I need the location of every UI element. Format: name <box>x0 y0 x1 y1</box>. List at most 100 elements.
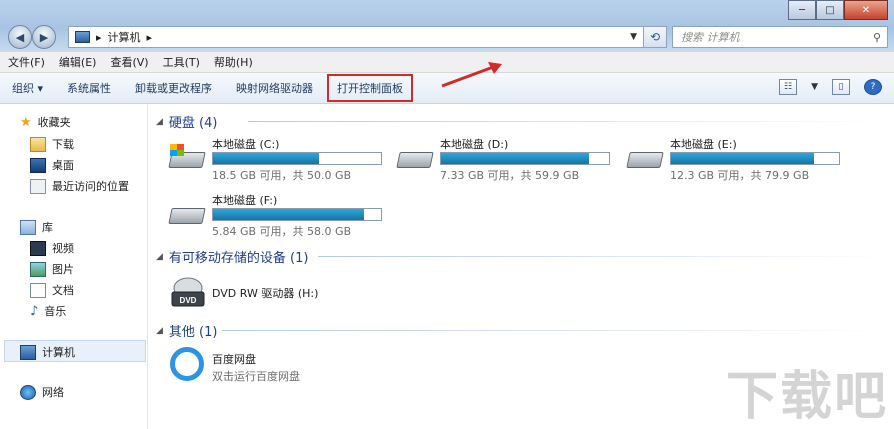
menu-view[interactable]: 查看(V) <box>102 54 154 70</box>
collapse-icon[interactable]: ◢ <box>156 326 163 336</box>
sidebar-item-downloads[interactable]: 下载 <box>30 136 74 152</box>
drive-info: 7.33 GB 可用，共 59.9 GB <box>440 169 580 182</box>
drive-name: 本地磁盘 (F:) <box>212 194 278 207</box>
group-title: 其他 (1) <box>168 325 218 340</box>
group-header-other[interactable]: ◢ 其他 (1) <box>156 321 217 340</box>
organize-button[interactable]: 组织 ▾ <box>0 80 55 96</box>
music-note-icon: ♪ <box>30 303 39 319</box>
video-icon <box>30 240 46 256</box>
sidebar-item-label: 下载 <box>52 138 74 151</box>
group-header-removable[interactable]: ◢ 有可移动存储的设备 (1) <box>156 247 308 266</box>
sidebar-item-computer[interactable]: 计算机 <box>20 344 75 360</box>
watermark: 下载吧 <box>725 367 888 427</box>
drive-info: 5.84 GB 可用，共 58.0 GB <box>212 225 352 238</box>
drive-name: 本地磁盘 (D:) <box>440 138 509 151</box>
menu-tools[interactable]: 工具(T) <box>155 54 206 70</box>
group-divider <box>318 256 888 257</box>
address-separator[interactable]: ▸ <box>147 31 153 44</box>
recent-places-icon <box>30 178 46 194</box>
drive-info: 18.5 GB 可用，共 50.0 GB <box>212 169 352 182</box>
system-properties-button[interactable]: 系统属性 <box>55 80 123 96</box>
sidebar-item-label: 视频 <box>52 242 74 255</box>
search-box[interactable]: 搜索 计算机 ⚲ <box>672 26 888 48</box>
address-separator[interactable]: ▸ <box>96 31 102 44</box>
collapse-icon[interactable]: ◢ <box>156 117 163 127</box>
refresh-button[interactable]: ⟲ <box>643 26 667 48</box>
group-title: 硬盘 (4) <box>168 116 218 131</box>
dvd-drive-icon: DVD <box>171 277 205 307</box>
sidebar-item-label: 库 <box>42 221 53 234</box>
forward-button[interactable]: ▶ <box>32 25 56 49</box>
menu-file[interactable]: 文件(F) <box>0 54 51 70</box>
drive-info: 12.3 GB 可用，共 79.9 GB <box>670 169 810 182</box>
drive-c[interactable]: 本地磁盘 (C:) 18.5 GB 可用，共 50.0 GB <box>166 136 396 186</box>
sidebar-item-network[interactable]: 网络 <box>20 384 64 400</box>
address-segment-computer[interactable]: 计算机 <box>108 29 141 45</box>
sidebar-item-label: 网络 <box>42 386 64 399</box>
sidebar-item-label: 文档 <box>52 284 74 297</box>
search-input[interactable]: 搜索 计算机 <box>681 29 873 45</box>
search-icon[interactable]: ⚲ <box>873 31 881 44</box>
open-control-panel-button[interactable]: 打开控制面板 <box>327 74 414 102</box>
group-title: 有可移动存储的设备 (1) <box>168 251 309 266</box>
red-arrow-annotation <box>441 62 502 88</box>
drive-name: 本地磁盘 (C:) <box>212 138 280 151</box>
view-options-icon[interactable]: ☷ <box>779 79 798 95</box>
drive-e[interactable]: 本地磁盘 (E:) 12.3 GB 可用，共 79.9 GB <box>624 136 854 186</box>
hard-drive-icon <box>624 146 664 170</box>
map-network-drive-button[interactable]: 映射网络驱动器 <box>224 80 325 96</box>
collapse-icon[interactable]: ◢ <box>156 252 163 262</box>
hard-drive-icon <box>166 202 206 226</box>
document-icon <box>30 282 46 298</box>
drive-name: 本地磁盘 (E:) <box>670 138 737 151</box>
minimize-button[interactable]: ─ <box>788 0 816 20</box>
sidebar-item-documents[interactable]: 文档 <box>30 282 74 298</box>
help-icon[interactable]: ? <box>864 79 882 95</box>
network-icon <box>20 384 36 400</box>
uninstall-program-button[interactable]: 卸载或更改程序 <box>123 80 224 96</box>
usage-bar <box>212 208 382 221</box>
computer-icon <box>20 344 36 360</box>
download-folder-icon <box>30 136 46 152</box>
back-button[interactable]: ◀ <box>8 25 32 49</box>
sidebar-item-desktop[interactable]: 桌面 <box>30 157 74 173</box>
sidebar-item-label: 计算机 <box>42 346 75 359</box>
usage-fill <box>441 153 589 164</box>
sidebar-item-favorites[interactable]: ★ 收藏夹 <box>20 114 71 130</box>
navigation-pane: ★ 收藏夹 下载 桌面 最近访问的位置 库 视频 图片 文档 ♪ 音乐 计算机 … <box>0 104 148 429</box>
drive-d[interactable]: 本地磁盘 (D:) 7.33 GB 可用，共 59.9 GB <box>394 136 624 186</box>
computer-icon <box>75 31 90 43</box>
item-name: 百度网盘 <box>212 353 256 366</box>
dvd-badge: DVD <box>180 296 197 305</box>
group-header-hard-disks[interactable]: ◢ 硬盘 (4) <box>156 112 217 131</box>
picture-icon <box>30 261 46 277</box>
baidu-netdisk-icon <box>170 347 204 381</box>
item-description: 双击运行百度网盘 <box>212 370 300 383</box>
sidebar-item-label: 图片 <box>52 263 74 276</box>
drive-f[interactable]: 本地磁盘 (F:) 5.84 GB 可用，共 58.0 GB <box>166 192 396 242</box>
usage-bar <box>212 152 382 165</box>
sidebar-item-label: 桌面 <box>52 159 74 172</box>
close-button[interactable]: ✕ <box>844 0 888 20</box>
sidebar-item-libraries[interactable]: 库 <box>20 219 53 235</box>
menu-edit[interactable]: 编辑(E) <box>51 54 103 70</box>
usage-bar <box>670 152 840 165</box>
window-controls: ─ □ ✕ <box>788 0 888 20</box>
sidebar-item-pictures[interactable]: 图片 <box>30 261 74 277</box>
group-divider <box>222 330 888 331</box>
usage-fill <box>671 153 814 164</box>
preview-pane-icon[interactable]: ▯ <box>832 79 850 95</box>
address-bar[interactable]: ▸ 计算机 ▸ ▼ <box>68 26 644 48</box>
sidebar-item-videos[interactable]: 视频 <box>30 240 74 256</box>
hard-drive-icon <box>394 146 434 170</box>
dvd-drive-name: DVD RW 驱动器 (H:) <box>212 287 319 300</box>
library-icon <box>20 219 36 235</box>
chevron-down-icon[interactable]: ▼ <box>811 82 818 92</box>
maximize-button[interactable]: □ <box>816 0 844 20</box>
chevron-down-icon[interactable]: ▼ <box>630 32 637 42</box>
desktop-icon <box>30 157 46 173</box>
menu-help[interactable]: 帮助(H) <box>206 54 259 70</box>
sidebar-item-recent[interactable]: 最近访问的位置 <box>30 178 129 194</box>
usage-fill <box>213 153 319 164</box>
sidebar-item-music[interactable]: ♪ 音乐 <box>30 303 66 319</box>
